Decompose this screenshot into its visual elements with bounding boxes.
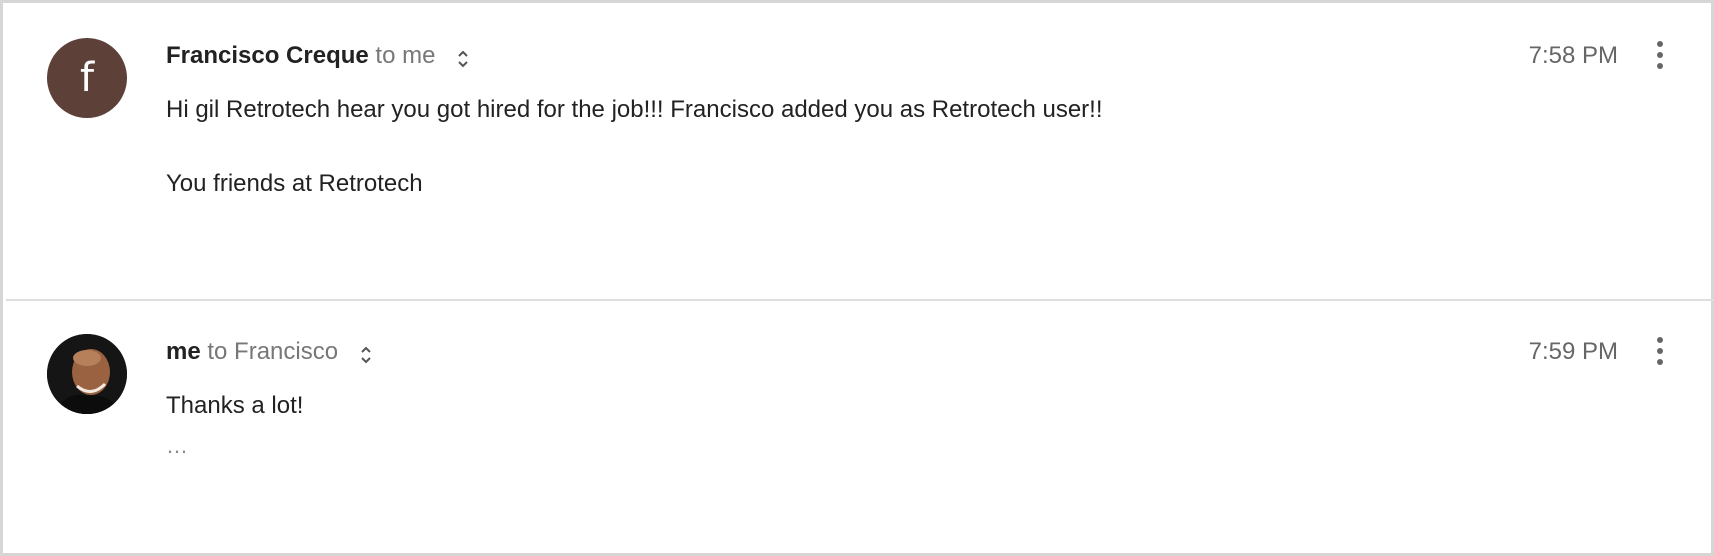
unfold-more-icon[interactable]	[359, 342, 373, 364]
message-item: me to Francisco 7:59 PM Thanks a lot! …	[6, 301, 1714, 556]
message-line: Thanks a lot!	[166, 392, 304, 419]
sender-avatar[interactable]: f	[47, 38, 127, 118]
recipient-label: to me	[375, 42, 436, 69]
email-thread: f Francisco Creque to me 7:58 PM Hi gil …	[0, 0, 1714, 556]
message-time: 7:59 PM	[1528, 338, 1618, 365]
sender-avatar[interactable]	[47, 334, 127, 414]
unfold-more-icon[interactable]	[456, 46, 470, 68]
message-header: Francisco Creque to me	[166, 39, 470, 73]
message-item: f Francisco Creque to me 7:58 PM Hi gil …	[6, 5, 1714, 301]
show-trimmed-content-button[interactable]: …	[166, 429, 189, 463]
recipient-label: to Francisco	[207, 338, 339, 365]
message-line: Hi gil Retrotech hear you got hired for …	[166, 96, 1103, 123]
message-body: Hi gil Retrotech hear you got hired for …	[166, 93, 1103, 201]
more-vert-icon[interactable]	[1654, 39, 1666, 73]
message-line: You friends at Retrotech	[166, 170, 423, 197]
more-vert-icon[interactable]	[1654, 335, 1666, 369]
sender-name[interactable]: Francisco Creque	[166, 42, 369, 69]
message-time: 7:58 PM	[1528, 42, 1618, 69]
message-body: Thanks a lot! …	[166, 389, 303, 463]
sender-name[interactable]: me	[166, 338, 201, 365]
message-header: me to Francisco	[166, 335, 373, 369]
